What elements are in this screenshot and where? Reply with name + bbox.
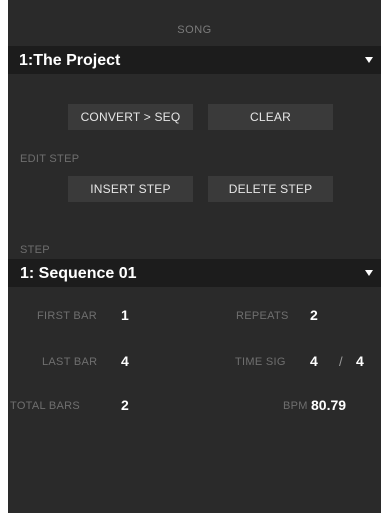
step-select-value: 1: Sequence 01 xyxy=(20,265,137,282)
time-sig-label: TIME SIG xyxy=(235,356,286,368)
song-select[interactable]: 1:The Project xyxy=(8,46,381,74)
step-select[interactable]: 1: Sequence 01 xyxy=(8,259,381,287)
first-bar-value[interactable]: 1 xyxy=(121,307,129,323)
last-bar-label: LAST BAR xyxy=(42,356,98,368)
insert-step-button[interactable]: INSERT STEP xyxy=(68,176,193,202)
song-header: SONG xyxy=(177,24,212,36)
delete-step-button[interactable]: DELETE STEP xyxy=(208,176,333,202)
bpm-value[interactable]: 80.79 xyxy=(311,397,346,413)
last-bar-value[interactable]: 4 xyxy=(121,353,129,369)
chevron-down-icon xyxy=(365,270,373,276)
chevron-down-icon xyxy=(365,57,373,63)
time-sig-denominator[interactable]: 4 xyxy=(356,353,364,369)
repeats-value[interactable]: 2 xyxy=(310,307,318,323)
step-header: STEP xyxy=(20,244,50,256)
total-bars-value: 2 xyxy=(121,397,129,413)
page: SONG 1:The Project CONVERT > SEQ CLEAR E… xyxy=(0,0,384,515)
edit-step-header: EDIT STEP xyxy=(20,153,80,165)
time-sig-separator: / xyxy=(339,354,343,369)
bpm-label: BPM xyxy=(283,400,308,412)
song-select-value: 1:The Project xyxy=(19,52,121,69)
first-bar-label: FIRST BAR xyxy=(37,310,97,322)
clear-button[interactable]: CLEAR xyxy=(208,104,333,130)
time-sig-numerator[interactable]: 4 xyxy=(310,353,318,369)
repeats-label: REPEATS xyxy=(236,310,289,322)
song-mode-panel: SONG 1:The Project CONVERT > SEQ CLEAR E… xyxy=(8,0,381,513)
total-bars-label: TOTAL BARS xyxy=(10,400,81,412)
convert-to-seq-button[interactable]: CONVERT > SEQ xyxy=(68,104,193,130)
